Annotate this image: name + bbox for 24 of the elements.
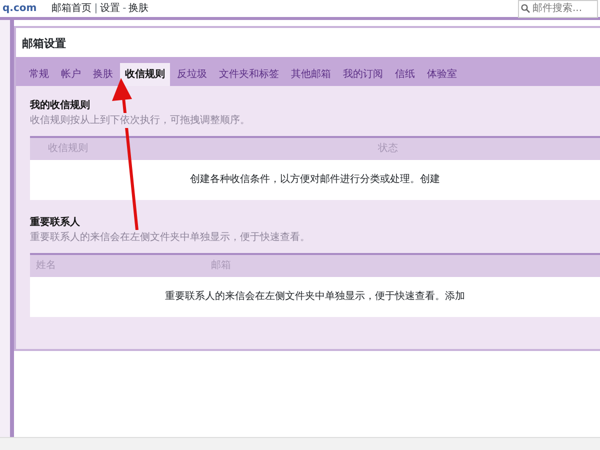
section-title: 我的收信规则 (30, 98, 91, 112)
tab[interactable]: 反垃圾 (172, 62, 212, 86)
breadcrumb-link[interactable]: 换肤 (128, 1, 149, 16)
empty-message: 创建各种收信条件，以方便对邮件进行分类或处理。创建 (190, 172, 440, 187)
breadcrumb-separator: - (122, 2, 126, 16)
tab[interactable]: 收信规则 (120, 62, 170, 86)
breadcrumb-separator: | (94, 2, 98, 16)
section-title: 重要联系人 (30, 216, 81, 230)
tab[interactable]: 体验室 (422, 62, 462, 86)
tab[interactable]: 文件夹和标签 (214, 62, 284, 86)
action-link[interactable]: 创建 (420, 174, 440, 185)
search-field[interactable]: 邮件搜索... (518, 0, 598, 18)
logo-text: q.com (2, 2, 37, 16)
tab[interactable]: 信纸 (390, 62, 420, 86)
breadcrumb-link[interactable]: 设置 (100, 1, 120, 16)
tab[interactable]: 其他邮箱 (286, 62, 336, 86)
tab[interactable]: 换肤 (88, 62, 118, 86)
action-link[interactable]: 添加 (445, 291, 465, 302)
breadcrumb-link[interactable]: 邮箱首页 (52, 1, 92, 16)
tab[interactable]: 我的订阅 (338, 62, 388, 86)
tab[interactable]: 帐户 (56, 62, 86, 86)
empty-message: 重要联系人的来信会在左侧文件夹中单独显示，便于快速查看。添加 (165, 290, 465, 304)
page-title: 邮箱设置 (21, 36, 67, 52)
tab[interactable]: 常规 (24, 62, 54, 86)
